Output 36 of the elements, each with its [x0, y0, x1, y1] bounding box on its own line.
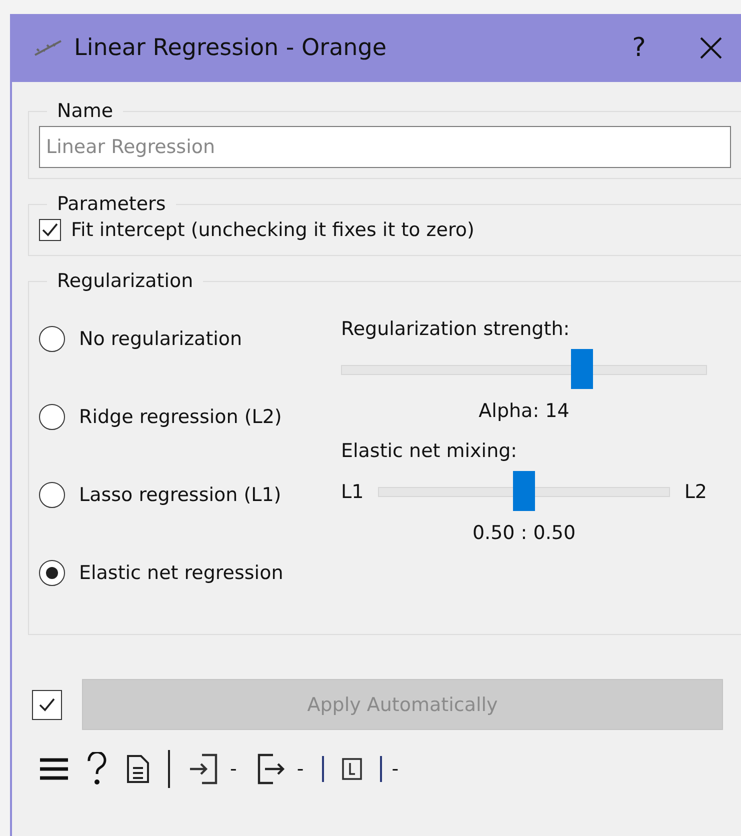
- group-title: Parameters: [56, 193, 167, 215]
- group-title: Name: [56, 100, 114, 122]
- checkbox[interactable]: [39, 219, 61, 241]
- check-icon: [39, 698, 55, 712]
- close-icon: [699, 36, 723, 60]
- name-field[interactable]: Linear Regression: [39, 126, 731, 168]
- slider-reading: 0.50 : 0.50: [472, 522, 576, 544]
- radio-label: Lasso regression (L1): [79, 484, 282, 506]
- radio-button[interactable]: [39, 326, 65, 352]
- slider-label: Elastic net mixing:: [341, 440, 518, 462]
- scatter-line-icon: [34, 40, 62, 56]
- input-count: -: [230, 758, 237, 780]
- check-icon: [42, 223, 58, 237]
- slider-thumb[interactable]: [571, 349, 594, 389]
- radio-button[interactable]: [39, 482, 65, 508]
- slider-min-label: L1: [341, 481, 364, 503]
- group-title: Regularization: [56, 270, 194, 292]
- radio-button[interactable]: [39, 404, 65, 430]
- slider-thumb[interactable]: [513, 471, 535, 511]
- checkbox-label: Fit intercept (unchecking it fixes it to zero): [71, 219, 474, 241]
- input-icon[interactable]: [188, 753, 220, 785]
- menu-icon[interactable]: [40, 757, 68, 781]
- window-title: Linear Regression - Orange: [74, 35, 388, 61]
- radio-label: Elastic net regression: [79, 562, 284, 584]
- radio-label: Ridge regression (L2): [79, 406, 282, 428]
- info-icon: [342, 758, 362, 780]
- output-count: -: [296, 758, 304, 780]
- radio-label: No regularization: [79, 328, 242, 350]
- slider-label: Regularization strength:: [341, 318, 571, 340]
- warning-count: -: [392, 758, 399, 780]
- help-icon[interactable]: [86, 752, 108, 786]
- document-icon[interactable]: [126, 754, 150, 784]
- help-button[interactable]: ?: [609, 23, 669, 73]
- slider-max-label: L2: [684, 481, 707, 503]
- radio-button[interactable]: [39, 560, 65, 586]
- slider-reading: Alpha: 14: [478, 400, 570, 422]
